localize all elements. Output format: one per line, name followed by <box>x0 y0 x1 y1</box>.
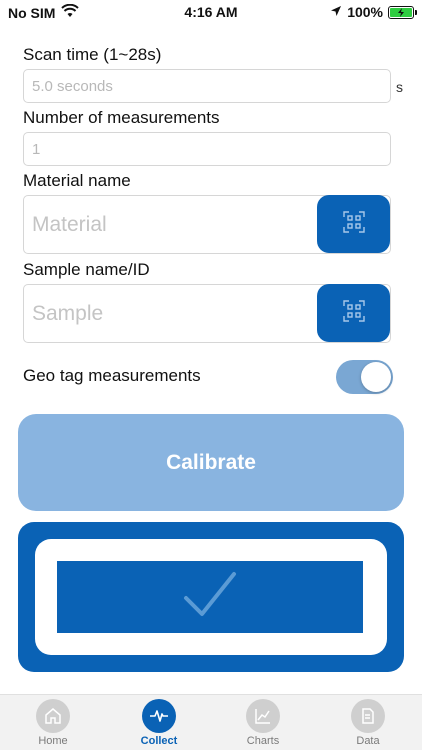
scan-time-input[interactable]: 5.0 seconds <box>23 69 391 103</box>
geo-tag-label: Geo tag measurements <box>23 366 201 385</box>
sample-placeholder: Sample <box>32 301 104 325</box>
tab-bar: Home Collect Charts Data <box>0 694 422 750</box>
chart-icon <box>246 699 280 733</box>
calibrate-label: Calibrate <box>166 450 256 474</box>
calibrate-button[interactable]: Calibrate <box>18 414 404 511</box>
num-measurements-placeholder: 1 <box>32 140 41 158</box>
document-icon <box>351 699 385 733</box>
checkmark-icon <box>182 570 238 625</box>
sample-name-label: Sample name/ID <box>23 260 150 279</box>
tab-home[interactable]: Home <box>23 699 83 747</box>
material-scan-qr-button[interactable] <box>317 195 390 253</box>
tab-collect-label: Collect <box>140 735 178 747</box>
material-name-label: Material name <box>23 171 131 190</box>
tab-charts-label: Charts <box>246 735 280 747</box>
qr-scan-icon <box>342 299 366 328</box>
measure-button-frame <box>35 539 387 655</box>
battery-percent: 100% <box>347 4 383 20</box>
num-measurements-label: Number of measurements <box>23 108 220 127</box>
tab-data[interactable]: Data <box>338 699 398 747</box>
pulse-icon <box>142 699 176 733</box>
measure-button-core <box>57 561 363 633</box>
toggle-knob <box>361 362 391 392</box>
qr-scan-icon <box>342 210 366 239</box>
scan-time-placeholder: 5.0 seconds <box>32 77 113 95</box>
tab-collect[interactable]: Collect <box>129 699 189 747</box>
geo-tag-toggle[interactable] <box>336 360 393 394</box>
tab-data-label: Data <box>356 735 380 747</box>
sample-scan-qr-button[interactable] <box>317 284 390 342</box>
tab-charts[interactable]: Charts <box>233 699 293 747</box>
scan-time-unit: s <box>396 79 403 95</box>
tab-home-label: Home <box>38 735 68 747</box>
material-placeholder: Material <box>32 212 107 236</box>
home-icon <box>36 699 70 733</box>
location-arrow-icon <box>330 4 342 20</box>
status-bar-right: 100% <box>330 4 417 20</box>
battery-icon <box>388 5 417 19</box>
scan-time-label: Scan time (1~28s) <box>23 45 162 64</box>
status-bar: No SIM 4:16 AM 100% <box>0 0 422 26</box>
num-measurements-input[interactable]: 1 <box>23 132 391 166</box>
measure-button[interactable] <box>18 522 404 672</box>
